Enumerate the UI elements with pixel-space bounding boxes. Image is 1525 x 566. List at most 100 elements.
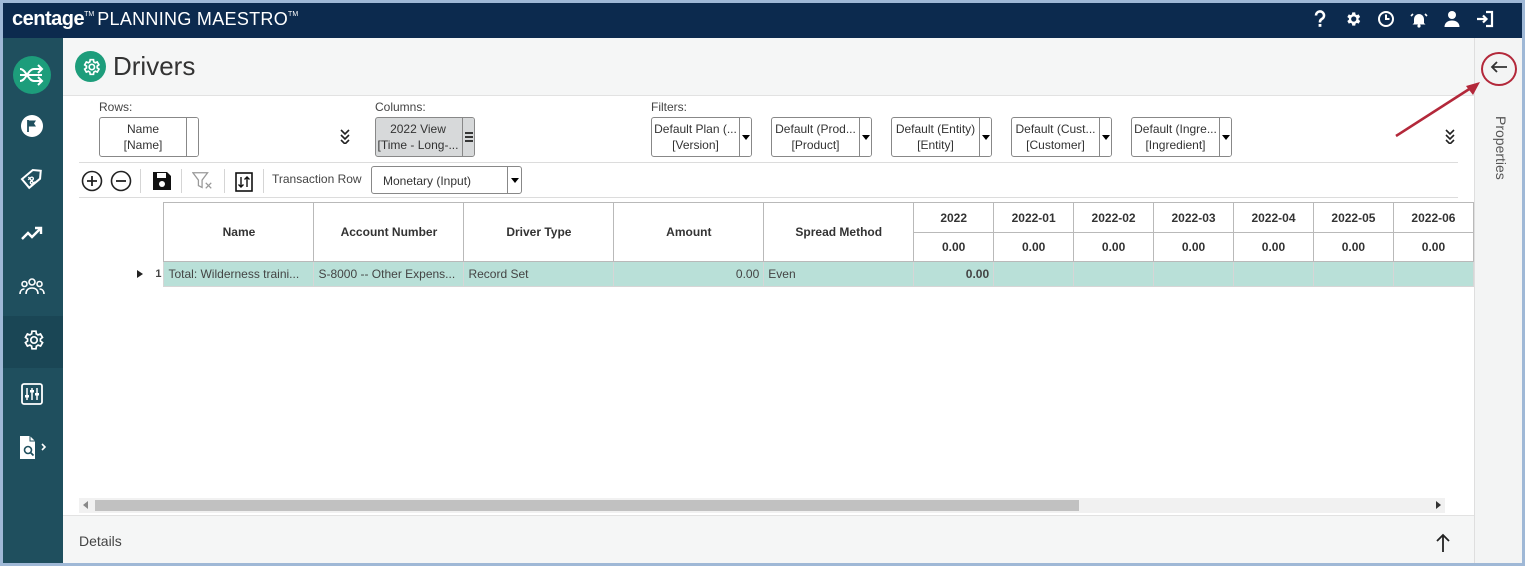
cell-spread-method[interactable]: Even <box>763 261 915 287</box>
cell-period[interactable] <box>1073 261 1155 287</box>
filter-customer-dropdown[interactable] <box>1099 118 1111 156</box>
filter-customer[interactable]: Default (Cust... [Customer] <box>1011 117 1112 157</box>
toolbar-divider <box>140 169 141 193</box>
details-panel[interactable]: Details <box>63 515 1474 566</box>
column-header-amount[interactable]: Amount <box>613 202 765 262</box>
column-header-period[interactable]: 2022-04 <box>1233 202 1314 233</box>
table-row[interactable]: 1 Total: Wilderness traini... S-8000 -- … <box>129 261 1475 287</box>
filter-ingredient[interactable]: Default (Ingre... [Ingredient] <box>1131 117 1232 157</box>
filter-version[interactable]: Default Plan (... [Version] <box>651 117 752 157</box>
cell-period[interactable] <box>1312 261 1394 287</box>
sidebar-item-users[interactable] <box>0 262 63 314</box>
rows-expand-chevron-icon[interactable] <box>339 128 351 149</box>
cell-period[interactable] <box>1153 261 1234 287</box>
column-header-driver-type[interactable]: Driver Type <box>463 202 615 262</box>
filter-ingredient-dropdown[interactable] <box>1219 118 1231 156</box>
column-header-period[interactable]: 2022-05 <box>1312 202 1394 233</box>
cell-period[interactable]: 0.00 <box>913 261 995 287</box>
sidebar <box>0 38 63 566</box>
row-expand-icon[interactable] <box>129 261 151 287</box>
transaction-row-dropdown[interactable] <box>507 167 521 193</box>
grid-corner-spacer <box>150 202 164 262</box>
columns-menu-icon[interactable] <box>462 118 474 156</box>
columns-selector-line1: 2022 View <box>390 122 446 136</box>
cell-period[interactable] <box>1233 261 1314 287</box>
gear-icon[interactable] <box>1343 9 1363 29</box>
sidebar-item-settings[interactable] <box>0 316 63 368</box>
period-total: 0.00 <box>1392 232 1475 262</box>
toolbar-divider <box>263 169 264 193</box>
column-header-period[interactable]: 2022-06 <box>1392 202 1475 233</box>
brand-bold: centage <box>12 8 85 30</box>
sidebar-item-trends[interactable] <box>0 209 63 261</box>
sidebar-item-sliders[interactable] <box>0 370 63 422</box>
filter-ingredient-line2: [Ingredient] <box>1145 138 1206 152</box>
transaction-row-value: Monetary (Input) <box>383 174 472 188</box>
transaction-row-select[interactable]: Monetary (Input) <box>371 166 522 194</box>
rows-selector[interactable]: Name [Name] <box>99 117 199 157</box>
drivers-gear-icon <box>75 51 106 82</box>
user-icon[interactable] <box>1442 9 1462 29</box>
columns-label: Columns: <box>375 100 426 114</box>
properties-tab[interactable]: Properties <box>1493 116 1509 180</box>
settings-gear-icon <box>21 328 45 357</box>
annotation-arrow-icon <box>1395 82 1480 138</box>
logout-icon[interactable] <box>1475 9 1495 29</box>
toolbar-bottom-divider <box>79 197 1458 198</box>
filter-product-line2: [Product] <box>791 138 840 152</box>
filter-version-dropdown[interactable] <box>739 118 751 156</box>
column-header-period[interactable]: 2022-03 <box>1153 202 1234 233</box>
page-title: Drivers <box>113 51 196 81</box>
clear-filter-icon[interactable] <box>192 170 214 192</box>
cell-name[interactable]: Total: Wilderness traini... <box>163 261 315 287</box>
scroll-left-arrow-icon[interactable] <box>83 501 88 509</box>
sidebar-item-budget[interactable] <box>0 155 63 207</box>
column-header-period[interactable]: 2022-02 <box>1073 202 1155 233</box>
cell-account-number[interactable]: S-8000 -- Other Expens... <box>313 261 465 287</box>
filter-entity[interactable]: Default (Entity) [Entity] <box>891 117 992 157</box>
logo-icon[interactable] <box>13 56 51 94</box>
column-header-spread-method[interactable]: Spread Method <box>763 202 915 262</box>
cell-period[interactable] <box>993 261 1075 287</box>
period-total: 0.00 <box>1153 232 1234 262</box>
horizontal-scrollbar[interactable] <box>79 498 1445 513</box>
column-header-period[interactable]: 2022 <box>913 202 995 233</box>
scroll-right-arrow-icon[interactable] <box>1436 501 1441 509</box>
clock-icon[interactable] <box>1376 9 1396 29</box>
column-header-account-number[interactable]: Account Number <box>313 202 465 262</box>
save-icon[interactable] <box>151 170 173 192</box>
brand-logo: centage TM PLANNING MAESTRO TM <box>12 8 301 31</box>
period-total: 0.00 <box>1233 232 1314 262</box>
rows-label: Rows: <box>99 100 133 114</box>
flag-icon <box>20 114 44 143</box>
column-header-name[interactable]: Name <box>163 202 315 262</box>
import-export-icon[interactable] <box>233 170 255 192</box>
help-icon[interactable] <box>1310 9 1330 29</box>
sidebar-item-flag[interactable] <box>0 102 63 154</box>
cell-driver-type[interactable]: Record Set <box>463 261 615 287</box>
cell-amount[interactable]: 0.00 <box>613 261 765 287</box>
brand-name-tm: TM <box>288 11 299 18</box>
rows-selector-handle[interactable] <box>186 118 198 156</box>
alarm-bell-icon[interactable] <box>1409 9 1429 29</box>
report-document-icon <box>17 435 47 466</box>
filter-product-dropdown[interactable] <box>859 118 871 156</box>
toolbar-divider <box>224 169 225 193</box>
columns-selector[interactable]: 2022 View [Time - Long-... <box>375 117 475 157</box>
users-group-icon <box>18 277 45 300</box>
cell-period[interactable] <box>1392 261 1475 287</box>
expand-up-arrow-icon[interactable] <box>1435 533 1451 558</box>
filter-entity-dropdown[interactable] <box>979 118 991 156</box>
add-row-icon[interactable] <box>81 170 103 192</box>
toolbar-divider <box>181 169 182 193</box>
details-label: Details <box>79 533 122 549</box>
filter-product[interactable]: Default (Prod... [Product] <box>771 117 872 157</box>
sidebar-item-reports[interactable] <box>0 424 63 476</box>
page-header: Drivers <box>63 38 1474 96</box>
filter-customer-line1: Default (Cust... <box>1015 122 1096 136</box>
filters-label: Filters: <box>651 100 687 114</box>
remove-row-icon[interactable] <box>110 170 132 192</box>
column-header-period[interactable]: 2022-01 <box>993 202 1075 233</box>
top-bar: centage TM PLANNING MAESTRO TM <box>0 0 1525 38</box>
scrollbar-thumb[interactable] <box>95 500 1079 511</box>
